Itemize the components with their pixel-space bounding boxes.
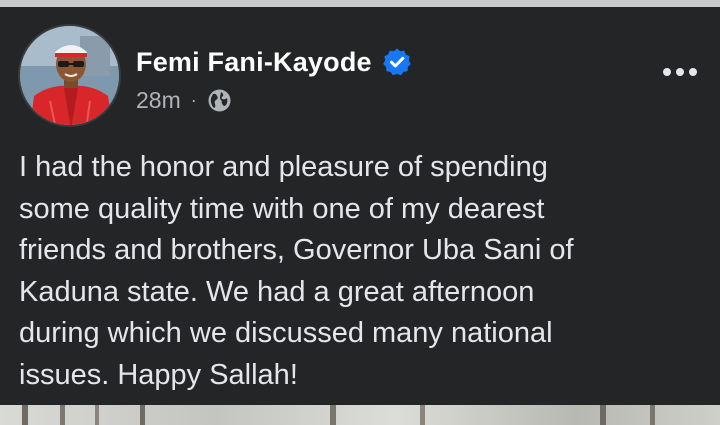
post-photo-preview[interactable]: [0, 405, 720, 425]
post-text: I had the honor and pleasure of spending…: [19, 151, 574, 391]
top-divider: [0, 0, 720, 7]
meta-separator: ·: [190, 89, 197, 110]
author-row: Femi Fani-Kayode: [136, 44, 412, 80]
post-timestamp[interactable]: 28m: [136, 87, 181, 114]
author-name[interactable]: Femi Fani-Kayode: [136, 47, 372, 78]
more-options-button[interactable]: [655, 57, 705, 87]
facebook-post: Femi Fani-Kayode 28m · I had the honor a…: [0, 7, 720, 405]
photo-preview-graphic: [22, 405, 655, 425]
more-options-icon-dot: [676, 68, 684, 76]
avatar-photo: [20, 26, 119, 125]
verified-badge-icon: [382, 47, 412, 77]
avatar[interactable]: [18, 24, 121, 127]
post-meta: 28m ·: [136, 85, 232, 115]
globe-icon[interactable]: [207, 88, 232, 113]
more-options-icon: [663, 68, 671, 76]
more-options-icon-dot: [689, 68, 697, 76]
